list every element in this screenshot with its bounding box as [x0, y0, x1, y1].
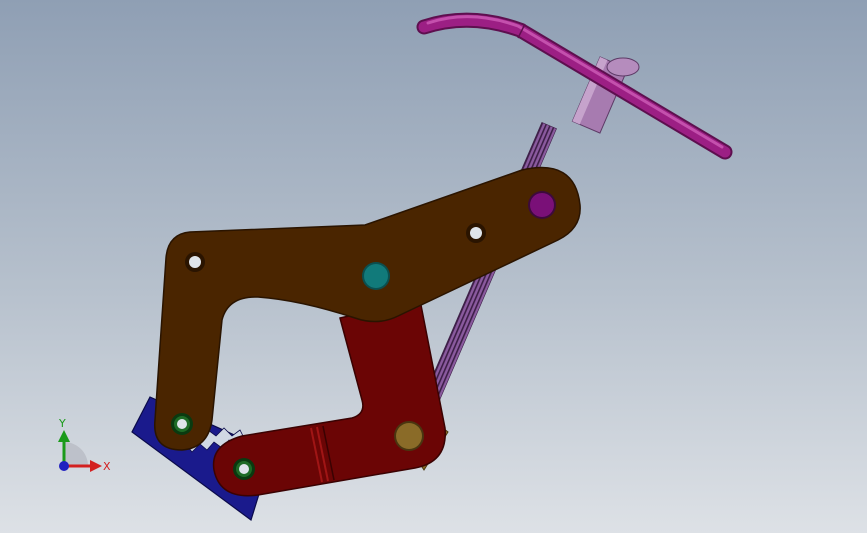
- y-axis-arrow: [58, 430, 70, 442]
- y-axis-label: Y: [58, 417, 66, 430]
- pivot-pin-purple[interactable]: [528, 191, 556, 219]
- x-axis-label: X: [103, 460, 111, 473]
- hole-jaw-lower: [233, 458, 255, 480]
- hole-upper-middle: [466, 223, 486, 243]
- hole-jaw-upper: [171, 413, 193, 435]
- pivot-pin-bronze[interactable]: [394, 421, 424, 451]
- z-axis-dot: [59, 461, 69, 471]
- pivot-pin-teal[interactable]: [362, 262, 390, 290]
- t-handle[interactable]: [416, 12, 733, 160]
- hole-upper-left: [185, 252, 205, 272]
- cad-viewport[interactable]: Y X: [0, 0, 867, 533]
- toggle-clamp-model[interactable]: Y X: [0, 0, 867, 533]
- collar-top: [606, 57, 640, 77]
- x-axis-arrow: [90, 460, 102, 472]
- triad-arc: [64, 442, 88, 466]
- axis-triad: Y X: [58, 417, 111, 473]
